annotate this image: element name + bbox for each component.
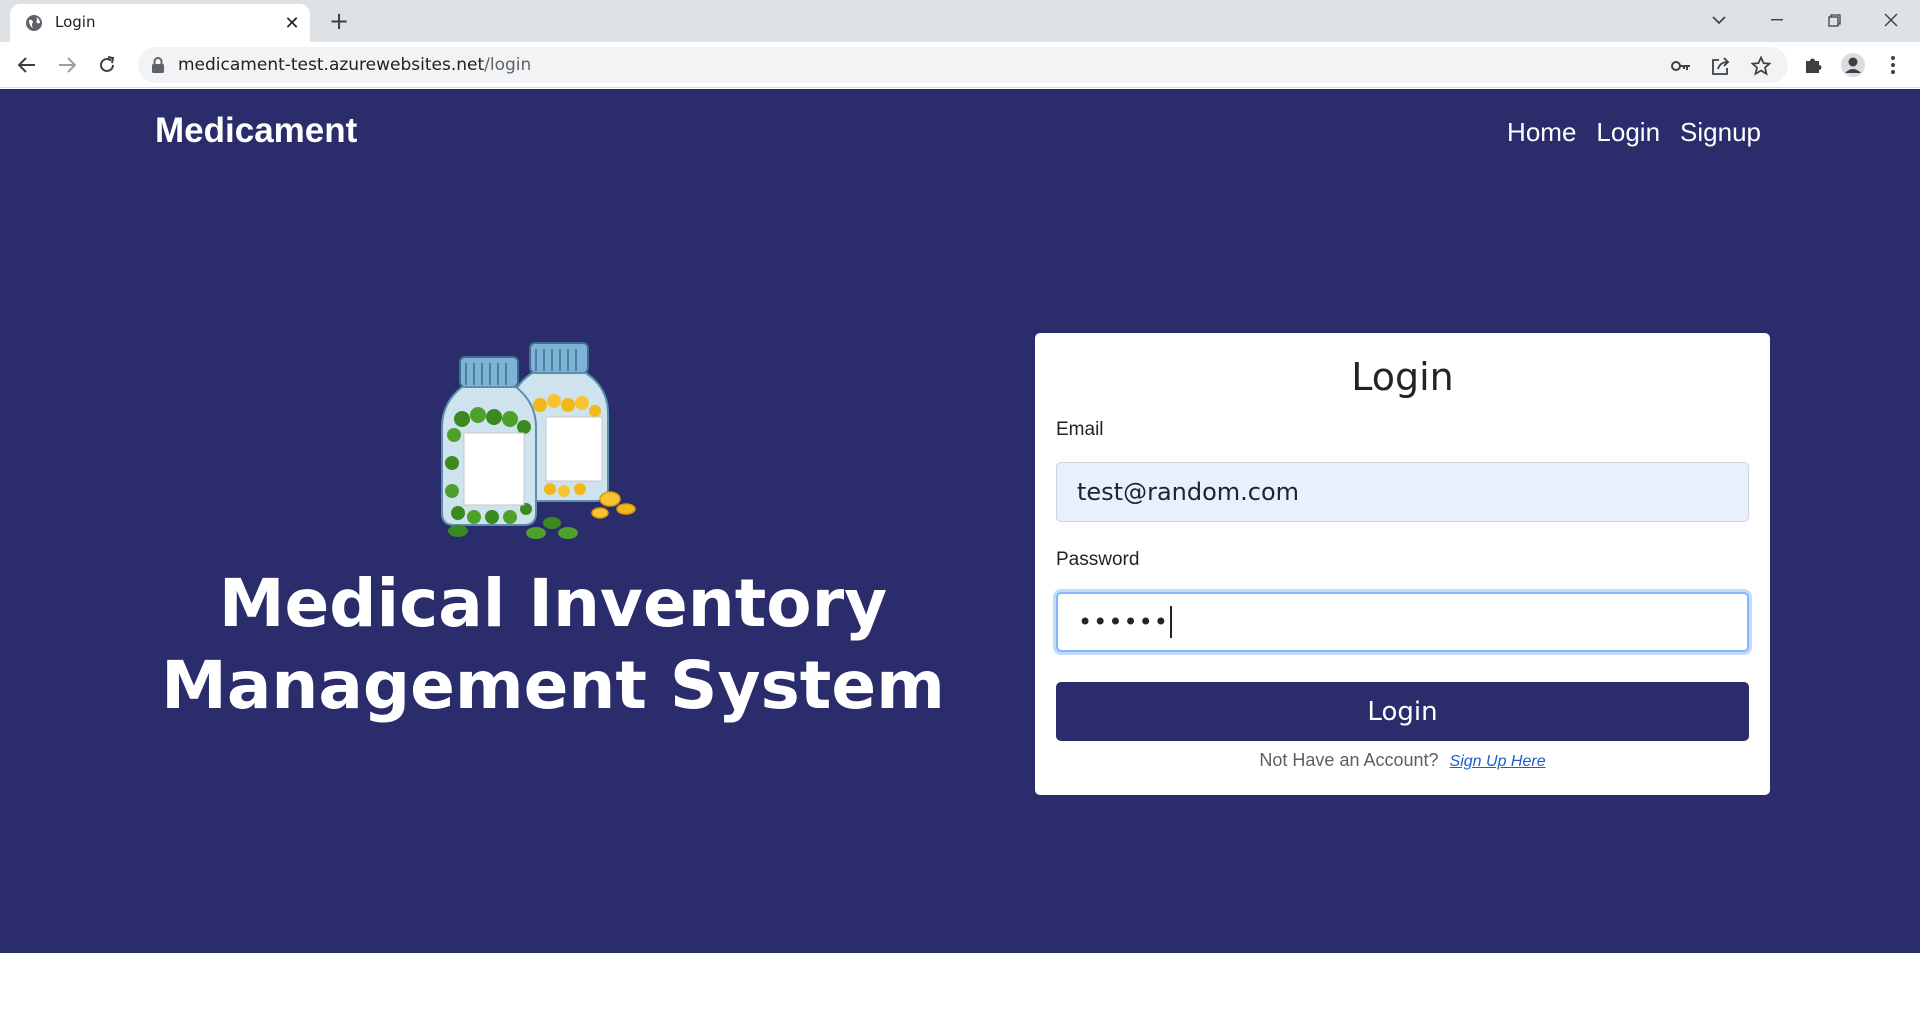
extensions-puzzle-icon[interactable]: [1800, 52, 1826, 78]
minimize-icon[interactable]: [1762, 6, 1792, 34]
key-icon[interactable]: [1670, 55, 1692, 77]
signup-link[interactable]: Sign Up Here: [1450, 753, 1546, 770]
profile-avatar-icon[interactable]: [1840, 52, 1866, 78]
bookmark-star-icon[interactable]: [1750, 55, 1772, 77]
address-bar[interactable]: medicament-test.azurewebsites.net/login: [138, 47, 1788, 83]
restore-icon[interactable]: [1819, 6, 1849, 34]
new-tab-icon[interactable]: +: [326, 7, 352, 35]
signup-row: Not Have an Account? Sign Up Here: [1035, 750, 1770, 771]
tab-close-icon[interactable]: ✕: [282, 13, 302, 34]
browser-menu-icon[interactable]: [1880, 52, 1906, 78]
back-arrow-icon[interactable]: [12, 50, 42, 80]
tab-search-icon[interactable]: [1704, 6, 1734, 34]
hero-title-line2: Management System: [161, 647, 945, 724]
login-title: Login: [1351, 355, 1454, 399]
password-value: ••••••: [1078, 608, 1169, 636]
password-label: Password: [1056, 549, 1140, 570]
hero-title-line1: Medical Inventory: [218, 565, 888, 642]
nav-link-home[interactable]: Home: [1507, 117, 1576, 148]
tab-title: Login: [55, 13, 96, 31]
browser-tab[interactable]: Login ✕: [10, 4, 310, 42]
hero-title: Medical Inventory Management System: [153, 563, 953, 727]
page-hero-section: Medicament Home Login Signup Medical Inv…: [0, 89, 1920, 953]
lock-icon[interactable]: [151, 57, 165, 73]
forward-arrow-icon[interactable]: [52, 50, 82, 80]
reload-icon[interactable]: [92, 50, 122, 80]
password-field[interactable]: ••••••: [1056, 592, 1749, 652]
signup-prompt: Not Have an Account?: [1259, 750, 1439, 770]
text-caret: [1169, 606, 1172, 638]
globe-icon: [26, 15, 42, 31]
nav-link-signup[interactable]: Signup: [1680, 117, 1761, 148]
browser-tabstrip: Login ✕ +: [0, 0, 1920, 42]
email-label: Email: [1056, 419, 1104, 440]
close-window-icon[interactable]: [1876, 6, 1906, 34]
nav-link-login[interactable]: Login: [1596, 117, 1660, 148]
login-card: Login Email test@random.com Password •••…: [1035, 333, 1770, 795]
main-nav: Home Login Signup: [1507, 117, 1761, 148]
login-button[interactable]: Login: [1056, 682, 1749, 741]
share-icon[interactable]: [1710, 55, 1732, 77]
url-text: medicament-test.azurewebsites.net/login: [178, 55, 532, 75]
browser-toolbar: medicament-test.azurewebsites.net/login: [0, 42, 1920, 88]
email-field[interactable]: test@random.com: [1056, 462, 1749, 522]
medicine-bottles-illustration: [441, 342, 636, 539]
brand-logo[interactable]: Medicament: [155, 111, 357, 151]
